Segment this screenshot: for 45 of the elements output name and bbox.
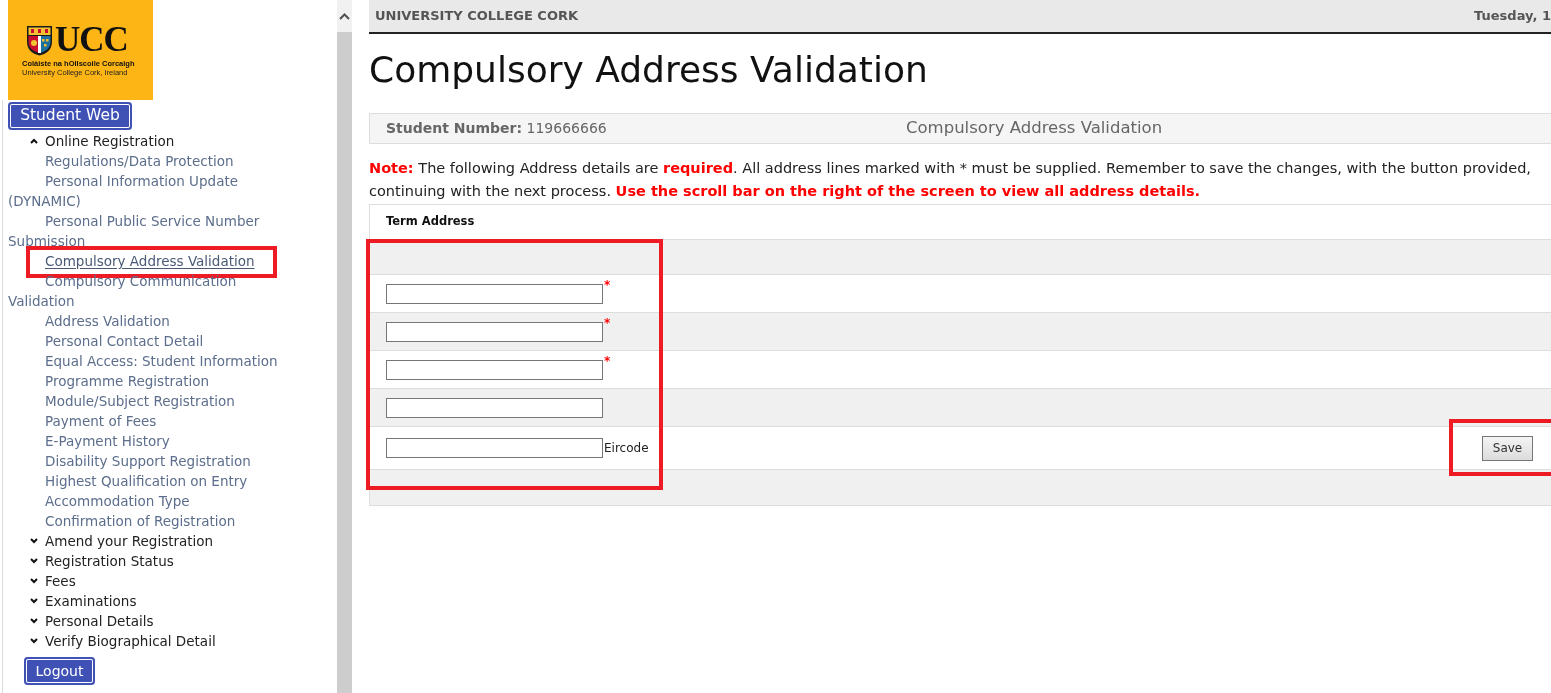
institution-name: UNIVERSITY COLLEGE CORK xyxy=(375,7,579,26)
menu-section-link[interactable]: Online Registration xyxy=(45,131,175,151)
menu-link[interactable]: Regulations/Data Protection xyxy=(8,151,234,171)
menu-link[interactable]: Address Validation xyxy=(8,311,170,331)
address-line-input[interactable] xyxy=(386,397,603,418)
notice-text: Note: The following Address details are required. All address lines marked with * must be supplied. Remember to save the changes, with the button provided, xyxy=(369,159,1531,178)
menu-link[interactable]: Confirmation of Registration xyxy=(8,511,236,531)
menu-link[interactable]: Highest Qualification on Entry xyxy=(8,471,248,491)
address-line-input[interactable] xyxy=(386,359,603,380)
form-heading: Term Address xyxy=(386,213,475,231)
date-text: Tuesday, 1 xyxy=(1474,7,1551,26)
address-line-input[interactable] xyxy=(386,438,603,458)
menu-link[interactable]: E-Payment History xyxy=(8,431,170,451)
field-label: Eircode xyxy=(604,440,649,457)
logo-wordmark: UCC xyxy=(55,24,128,56)
menu-link[interactable]: Personal Information Update (DYNAMIC) xyxy=(8,171,292,211)
menu-link[interactable]: Compulsory Address Validation xyxy=(8,251,255,271)
menu-section-link[interactable]: Examinations xyxy=(45,591,137,611)
menu-link[interactable]: Accommodation Type xyxy=(8,491,190,511)
section-title: Compulsory Address Validation xyxy=(906,117,1163,140)
menu-section-link[interactable]: Personal Details xyxy=(45,611,154,631)
menu-link[interactable]: Programme Registration xyxy=(8,371,210,391)
required-mark: * xyxy=(604,315,611,332)
menu-link[interactable]: Disability Support Registration xyxy=(8,451,251,471)
menu-link[interactable]: Payment of Fees xyxy=(8,411,157,431)
menu-link[interactable]: Module/Subject Registration xyxy=(8,391,235,411)
student-web-button[interactable]: Student Web xyxy=(8,102,132,130)
address-line-input[interactable] xyxy=(386,321,603,342)
crest-icon xyxy=(26,24,53,56)
notice-text: continuing with the next process. Use the scroll bar on the right of the screen to view all address details. xyxy=(369,182,1201,201)
save-button[interactable]: Save xyxy=(1482,435,1533,461)
menu-link[interactable]: Personal Public Service Number Submission xyxy=(8,211,292,251)
menu-link[interactable]: Compulsory Communication Validation xyxy=(8,271,292,311)
student-number-label: Student Number: 119666666 xyxy=(386,119,608,138)
logout-button[interactable]: Logout xyxy=(24,657,95,685)
required-mark: * xyxy=(604,277,611,294)
address-line-input[interactable] xyxy=(386,283,603,304)
menu-section-link[interactable]: Amend your Registration xyxy=(45,531,214,551)
menu-section-link[interactable]: Registration Status xyxy=(45,551,174,571)
menu-section-link[interactable]: Verify Biographical Detail xyxy=(45,631,216,651)
menu-link[interactable]: Personal Contact Detail xyxy=(8,331,204,351)
required-mark: * xyxy=(604,353,611,370)
menu-section-link[interactable]: Fees xyxy=(45,571,76,591)
menu-link[interactable]: Equal Access: Student Information xyxy=(8,351,278,371)
page-title: Compulsory Address Validation xyxy=(369,48,928,92)
